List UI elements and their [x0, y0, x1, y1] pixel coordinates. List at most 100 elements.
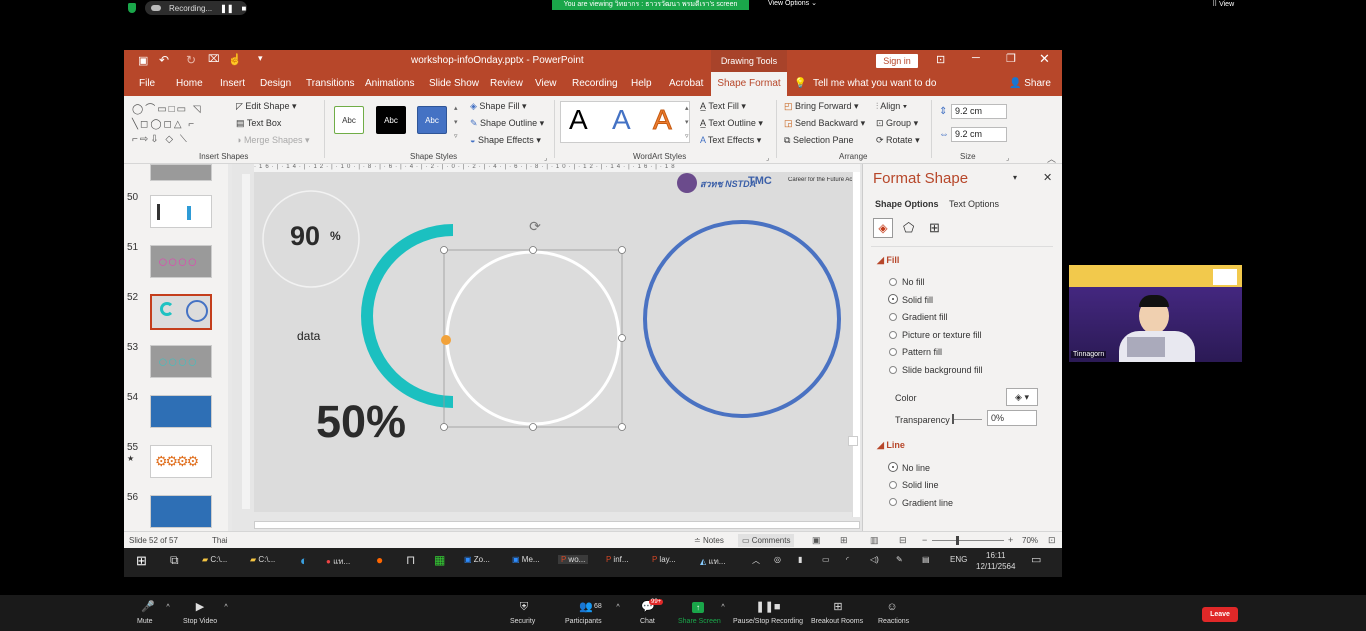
dialog-launcher-icon[interactable]: ⌟	[544, 154, 547, 162]
wordart-blue[interactable]: A	[612, 104, 631, 136]
text-outline-button[interactable]: A̲ Text Outline ▾	[700, 118, 763, 129]
shape-effects-button[interactable]: ◒ Shape Effects ▾	[470, 135, 541, 146]
apps-icon[interactable]: ▦	[434, 553, 445, 567]
text-effects-button[interactable]: A Text Effects ▾	[700, 135, 761, 146]
tab-shape-options[interactable]: Shape Options	[875, 199, 939, 209]
radio-no-fill[interactable]	[889, 278, 897, 286]
vertical-scrollbar[interactable]	[852, 172, 860, 517]
style-black[interactable]: Abc	[376, 106, 406, 134]
shape-fill-button[interactable]: ◈ Shape Fill ▾	[470, 101, 526, 112]
thumb-50[interactable]	[150, 195, 212, 228]
zoom-level[interactable]: 70%	[1022, 536, 1038, 545]
pause-stop-recording-button[interactable]: Pause/Stop Recording	[733, 618, 803, 625]
align-button[interactable]: ⫶ Align ▾	[876, 101, 907, 112]
view-button[interactable]: ⠿ View	[1212, 0, 1234, 10]
stop-icon[interactable]: ■	[242, 4, 247, 13]
percent-50-text[interactable]: 50%	[316, 396, 406, 448]
data-label[interactable]: data	[297, 329, 320, 343]
slide-sorter-icon[interactable]: ⊞	[840, 535, 848, 546]
shapes-gallery[interactable]: ◯⌒▭□▭ ◹ ╲◻◯◻△ ⌐ ⌐⇨⇩ ◇ ⟍	[132, 102, 228, 148]
notification-icon[interactable]: ▭	[1031, 553, 1041, 566]
thumb-51[interactable]: ◯ ◯ ◯ ◯	[150, 245, 212, 278]
transparency-field[interactable]: 0%	[987, 410, 1037, 426]
microphone-icon[interactable]: 🎤	[141, 602, 155, 613]
thumb-54[interactable]	[150, 395, 212, 428]
pattern-fill-label[interactable]: Pattern fill	[902, 347, 942, 357]
tab-animations[interactable]: Animations	[365, 72, 414, 96]
radio-solid-line[interactable]	[889, 481, 897, 489]
taskbar-zoom-2[interactable]: ▣ Me...	[512, 555, 540, 564]
security-shield-icon[interactable]: ⛨	[518, 602, 530, 613]
radio-solid-fill-checked[interactable]	[888, 294, 898, 304]
selection-pane-button[interactable]: ⧉ Selection Pane	[784, 135, 853, 146]
ribbon-display-icon[interactable]: ⊡	[936, 53, 945, 66]
normal-view-icon[interactable]: ▣	[812, 535, 821, 546]
pane-options-icon[interactable]: ▾	[1013, 173, 1017, 182]
security-button[interactable]: Security	[510, 618, 535, 625]
dialog-launcher-icon[interactable]: ⌟	[766, 154, 769, 162]
language-status[interactable]: Thai	[212, 536, 228, 545]
thumb-49[interactable]	[150, 164, 212, 181]
fill-line-icon[interactable]: ◈	[873, 218, 893, 238]
clock-date[interactable]: 12/11/2564	[976, 562, 1015, 571]
thumb-55[interactable]: ⚙⚙⚙⚙	[150, 445, 212, 478]
taskbar-chrome[interactable]: ● แท...	[326, 555, 350, 568]
notes-button[interactable]: ≐ Notes	[694, 536, 724, 545]
tab-design[interactable]: Design	[260, 72, 291, 96]
wordart-gallery-scroll[interactable]: ▴ ▾ ▿	[685, 102, 693, 144]
stop-video-button[interactable]: Stop Video	[183, 618, 217, 625]
recording-indicator[interactable]: Recording... ❚❚ ■	[145, 1, 247, 15]
comments-button[interactable]: ▭ Comments	[738, 534, 795, 547]
participants-button[interactable]: Participants	[565, 618, 602, 625]
tab-help[interactable]: Help	[631, 72, 652, 96]
zoom-slider-thumb[interactable]	[956, 536, 959, 545]
radio-picture-fill[interactable]	[889, 331, 897, 339]
radio-gradient-fill[interactable]	[889, 313, 897, 321]
effects-pentagon-icon[interactable]: ⬠	[903, 220, 914, 236]
share-chevron-icon[interactable]: ^	[717, 602, 729, 613]
size-properties-icon[interactable]: ⊞	[929, 220, 940, 236]
reactions-icon[interactable]: ☺	[886, 602, 898, 613]
breakout-rooms-button[interactable]: Breakout Rooms	[811, 618, 863, 625]
view-options-button[interactable]: View Options ⌄	[768, 0, 817, 8]
participants-icon[interactable]: 👥	[579, 602, 593, 613]
tab-text-options[interactable]: Text Options	[949, 199, 999, 209]
tab-slide-show[interactable]: Slide Show	[429, 72, 479, 96]
tab-recording[interactable]: Recording	[572, 72, 618, 96]
no-fill-label[interactable]: No fill	[902, 277, 925, 287]
percent-90-number[interactable]: 90	[290, 221, 320, 252]
height-field[interactable]: 9.2 cm	[951, 104, 1007, 119]
color-picker-button[interactable]: ◈ ▾	[1006, 388, 1038, 406]
shape-outline-button[interactable]: ✎ Shape Outline ▾	[470, 118, 544, 129]
taskbar-explorer-1[interactable]: ▰ C:\...	[202, 555, 227, 564]
share-button[interactable]: 👤 Share	[1009, 72, 1051, 96]
rotate-button[interactable]: ⟳ Rotate ▾	[876, 135, 920, 146]
tab-transitions[interactable]: Transitions	[306, 72, 355, 96]
text-fill-button[interactable]: A̲ Text Fill ▾	[700, 101, 746, 112]
video-chevron-icon[interactable]: ^	[220, 602, 232, 613]
taskbar-app-9[interactable]: ◭ แท...	[700, 555, 725, 568]
transparency-slider-thumb[interactable]	[952, 414, 954, 424]
thumb-52-selected[interactable]	[150, 294, 212, 330]
gradient-fill-label[interactable]: Gradient fill	[902, 312, 948, 322]
pause-icon[interactable]: ❚❚	[220, 4, 233, 13]
wifi-icon[interactable]: ◜	[846, 555, 849, 564]
tray-mic-icon[interactable]: ▮	[798, 555, 802, 564]
dialog-launcher-icon[interactable]: ⌟	[1006, 154, 1009, 162]
clock-time[interactable]: 16:11	[986, 551, 1005, 560]
thumb-53[interactable]: ◯ ◯ ◯ ◯	[150, 345, 212, 378]
bring-forward-button[interactable]: ◰ Bring Forward ▾	[784, 101, 859, 112]
thumb-56[interactable]	[150, 495, 212, 528]
pen-tray-icon[interactable]: ✎	[896, 555, 903, 564]
fill-section[interactable]: ◢ Fill	[877, 255, 899, 266]
radio-slide-bg-fill[interactable]	[889, 366, 897, 374]
reading-view-icon[interactable]: ▥	[870, 535, 879, 546]
zoom-slider[interactable]	[932, 540, 1004, 541]
style-gallery-scroll[interactable]: ▴ ▾ ▿	[454, 102, 462, 144]
slideshow-icon[interactable]: ⊟	[899, 535, 907, 546]
taskbar-zoom-1[interactable]: ▣ Zo...	[464, 555, 490, 564]
undo-icon[interactable]: ↶	[159, 53, 169, 67]
radio-gradient-line[interactable]	[889, 498, 897, 506]
taskbar-powerpoint-2[interactable]: P inf...	[606, 555, 629, 564]
edge-icon[interactable]: ◐	[300, 553, 308, 568]
